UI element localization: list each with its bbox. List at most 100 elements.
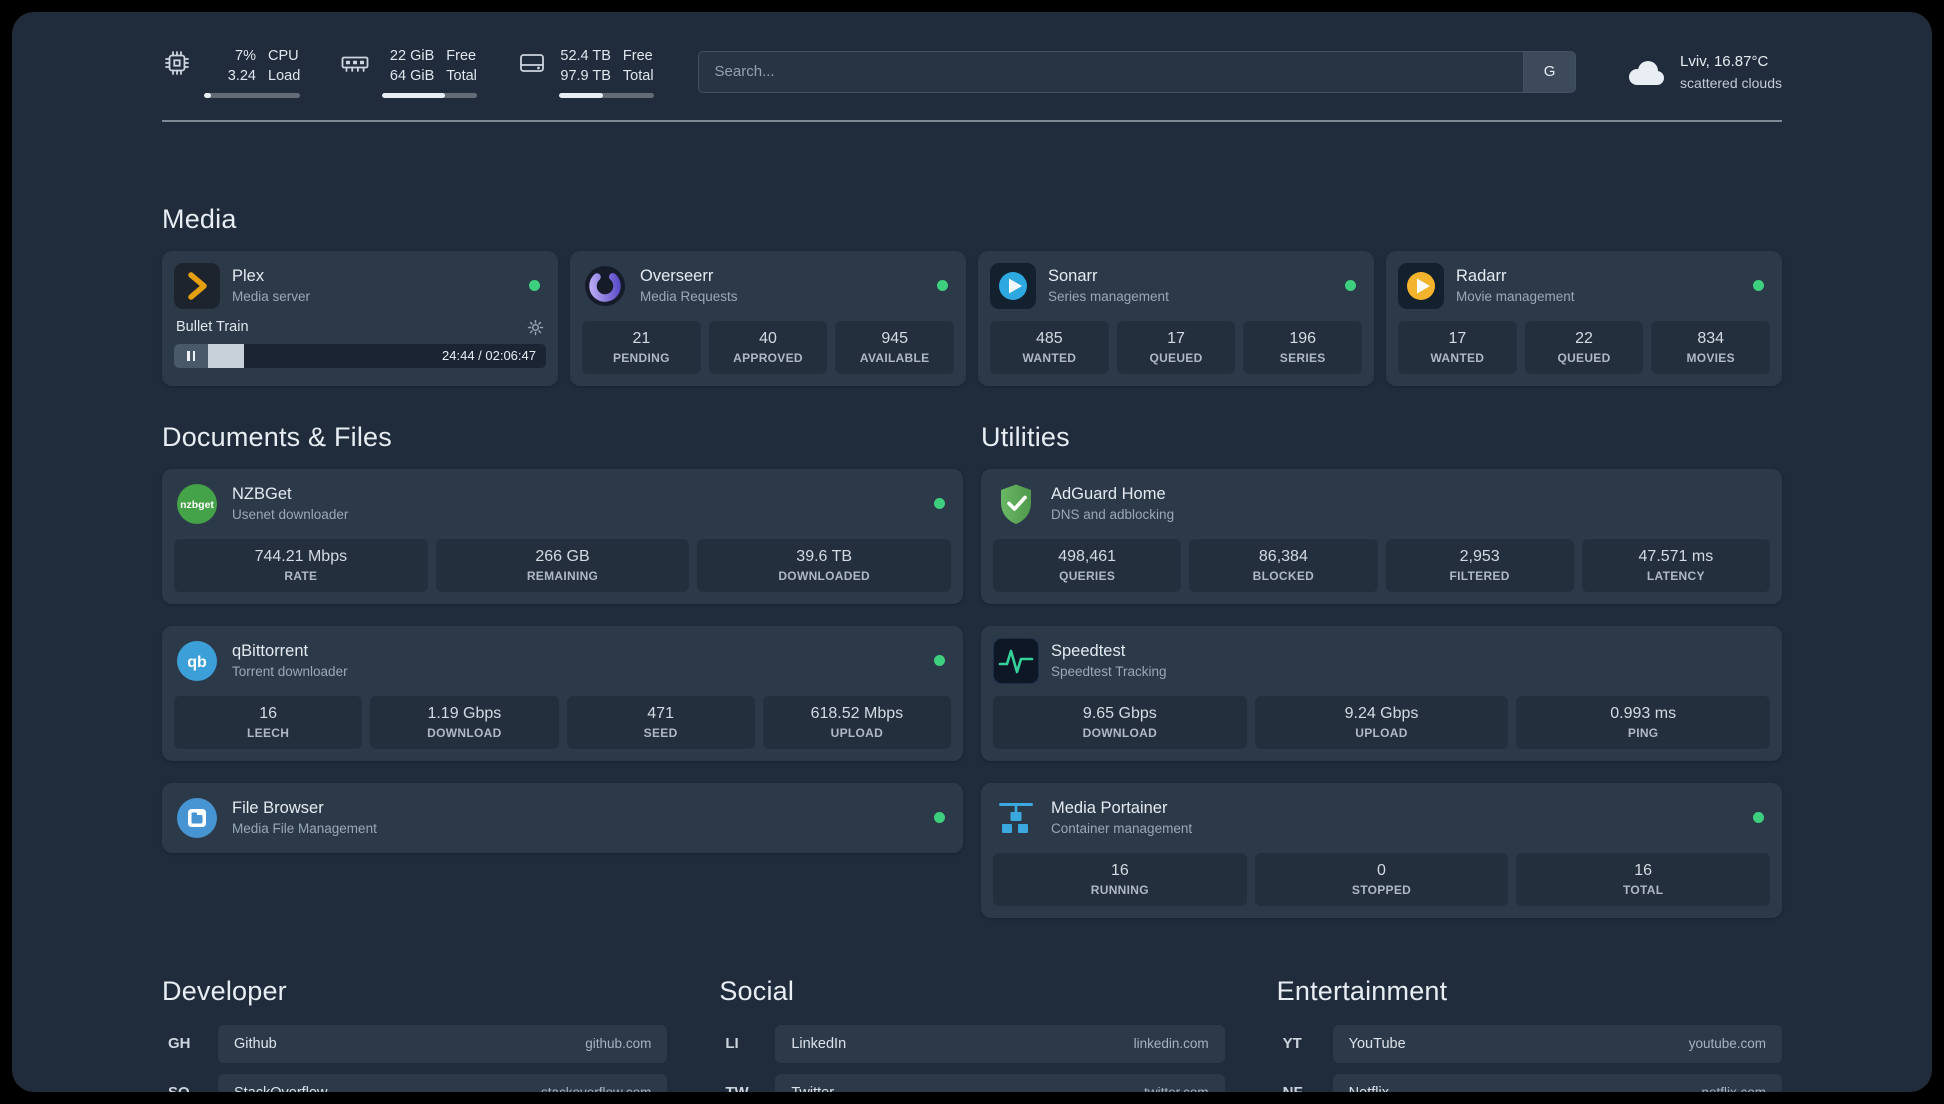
service-name: Speedtest	[1051, 642, 1126, 661]
service-card-plex: Plex Media server Bullet Train 24:44 / 0…	[162, 250, 558, 386]
stat-tile: 16 TOTAL	[1516, 852, 1771, 906]
status-dot	[937, 280, 948, 292]
section-title-entertainment: Entertainment	[1276, 975, 1448, 1006]
service-card-overseerr: Overseerr Media Requests 21 PENDING 40 A…	[570, 250, 966, 386]
service-overseerr-link[interactable]: Overseerr Media Requests	[582, 263, 954, 309]
search-input[interactable]	[698, 51, 1524, 92]
service-card-adguard: AdGuard Home DNS and adblocking 498,461 …	[981, 468, 1782, 604]
memory-total-value: 64 GiB	[389, 68, 435, 85]
stat-label: STOPPED	[1351, 882, 1412, 897]
search-provider-button[interactable]: G	[1523, 51, 1576, 92]
progress-track[interactable]	[208, 343, 432, 368]
stat-tile: 22 QUEUED	[1524, 320, 1644, 374]
service-name: AdGuard Home	[1051, 485, 1166, 504]
bookmark-abbr: YT	[1282, 1035, 1302, 1053]
section-title-media: Media	[162, 203, 237, 234]
disk-icon	[520, 54, 544, 72]
stat-tile: 485 WANTED	[990, 320, 1109, 374]
bookmark-github[interactable]: GH Github github.com	[162, 1024, 668, 1063]
service-plex-link[interactable]: Plex Media server	[174, 262, 546, 309]
stats-row: 498,461 QUERIES 86,384 BLOCKED 2,953 FIL…	[993, 538, 1770, 592]
stat-tile: 86,384 BLOCKED	[1189, 538, 1378, 592]
overseerr-icon	[585, 265, 625, 306]
stat-value: 2,953	[1459, 547, 1500, 565]
screenshot-frame: 7% 3.24 CPU Load 22 GiB 64 GiB Free Tota…	[0, 0, 1944, 1104]
disk-bar	[558, 92, 654, 98]
stat-value: 40	[759, 329, 777, 347]
memory-total-label: Total	[446, 68, 477, 85]
service-filebrowser-link[interactable]: File Browser Media File Management	[174, 795, 951, 841]
service-radarr-link[interactable]: Radarr Movie management	[1398, 262, 1770, 309]
bookmark-url: twitter.com	[1144, 1085, 1209, 1092]
documents-column: Documents & Files nzbget NZBGet Usenet d…	[162, 422, 963, 918]
entertainment-group: Entertainment YT YouTube youtube.com NF …	[1277, 976, 1782, 1092]
stat-value: 196	[1289, 329, 1317, 347]
stats-row: 21 PENDING 40 APPROVED 945 AVAILABLE	[582, 320, 955, 374]
stat-tile: 9.24 Gbps UPLOAD	[1254, 695, 1509, 749]
stat-label: WANTED	[1022, 350, 1077, 365]
service-qbittorrent-link[interactable]: qb qBittorrent Torrent downloader	[174, 638, 951, 684]
svg-text:nzbget: nzbget	[180, 499, 214, 511]
stat-label: TOTAL	[1622, 882, 1664, 897]
pause-button[interactable]	[174, 343, 208, 368]
service-desc: Usenet downloader	[232, 506, 349, 522]
service-name: File Browser	[232, 799, 324, 818]
stat-label: AVAILABLE	[859, 350, 930, 365]
service-name: NZBGet	[232, 485, 292, 504]
stat-value: 266 GB	[535, 547, 590, 565]
stat-value: 9.65 Gbps	[1082, 704, 1157, 722]
radarr-icon	[1398, 262, 1444, 309]
stats-row: 744.21 Mbps RATE 266 GB REMAINING 39.6 T…	[174, 538, 952, 592]
stat-label: QUEUED	[1557, 350, 1611, 365]
cpu-load-label: Load	[268, 68, 301, 85]
stat-tile: 47.571 ms LATENCY	[1581, 538, 1770, 592]
stats-row: 485 WANTED 17 QUEUED 196 SERIES	[990, 320, 1363, 374]
bookmark-url: stackoverflow.com	[541, 1085, 651, 1092]
stat-value: 16	[259, 704, 278, 722]
speedtest-icon	[993, 637, 1039, 684]
stat-value: 16	[1110, 861, 1129, 879]
service-sonarr-link[interactable]: Sonarr Series management	[990, 262, 1362, 309]
status-dot	[934, 812, 945, 824]
bookmark-abbr: TW	[719, 1084, 775, 1092]
section-title-utilities: Utilities	[981, 421, 1070, 452]
service-portainer-link[interactable]: Media Portainer Container management	[993, 795, 1770, 841]
section-title-social: Social	[719, 975, 795, 1006]
weather-condition: scattered clouds	[1680, 74, 1782, 91]
service-adguard-link[interactable]: AdGuard Home DNS and adblocking	[993, 481, 1770, 527]
bookmark-url: github.com	[585, 1036, 652, 1052]
stat-value: 945	[881, 329, 909, 347]
search-bar: G	[697, 50, 1577, 93]
bookmark-abbr: NF	[1277, 1084, 1333, 1092]
disk-free-label: Free	[622, 48, 653, 64]
media-card-row: Plex Media server Bullet Train 24:44 / 0…	[162, 250, 1782, 386]
stat-tile: 21 PENDING	[582, 320, 701, 374]
service-card-speedtest: Speedtest Speedtest Tracking 9.65 Gbps D…	[981, 625, 1782, 761]
disk-bar-fill	[558, 92, 604, 98]
stat-label: BLOCKED	[1252, 568, 1315, 583]
bookmark-url: youtube.com	[1688, 1036, 1766, 1052]
stat-value: 485	[1035, 329, 1063, 347]
service-nzbget-link[interactable]: nzbget NZBGet Usenet downloader	[174, 481, 951, 527]
service-name: Media Portainer	[1051, 799, 1168, 818]
stat-tile: 9.65 Gbps DOWNLOAD	[993, 695, 1247, 749]
stat-tile: 834 MOVIES	[1651, 320, 1771, 374]
disk-total-label: Total	[622, 68, 654, 85]
stat-label: APPROVED	[733, 350, 803, 365]
service-desc: Media File Management	[232, 820, 377, 836]
stat-value: 47.571 ms	[1638, 547, 1714, 565]
stat-label: SEED	[643, 725, 678, 740]
stat-label: REMAINING	[526, 568, 599, 583]
bookmark-stackoverflow[interactable]: SO StackOverflow stackoverflow.com	[162, 1073, 668, 1092]
bookmark-url: linkedin.com	[1133, 1036, 1209, 1052]
bookmark-youtube[interactable]: YT YouTube youtube.com	[1277, 1024, 1782, 1063]
service-speedtest-link[interactable]: Speedtest Speedtest Tracking	[993, 637, 1770, 684]
service-card-portainer: Media Portainer Container management 16 …	[981, 782, 1782, 918]
bookmark-name: StackOverflow	[234, 1085, 327, 1092]
bookmark-linkedin[interactable]: LI LinkedIn linkedin.com	[719, 1024, 1225, 1063]
settings-icon[interactable]	[527, 319, 544, 336]
bookmark-netflix[interactable]: NF Netflix netflix.com	[1277, 1073, 1782, 1092]
weather-location: Lviv, 16.87°C	[1680, 52, 1769, 70]
stat-label: WANTED	[1430, 350, 1485, 365]
bookmark-twitter[interactable]: TW Twitter twitter.com	[719, 1073, 1225, 1092]
